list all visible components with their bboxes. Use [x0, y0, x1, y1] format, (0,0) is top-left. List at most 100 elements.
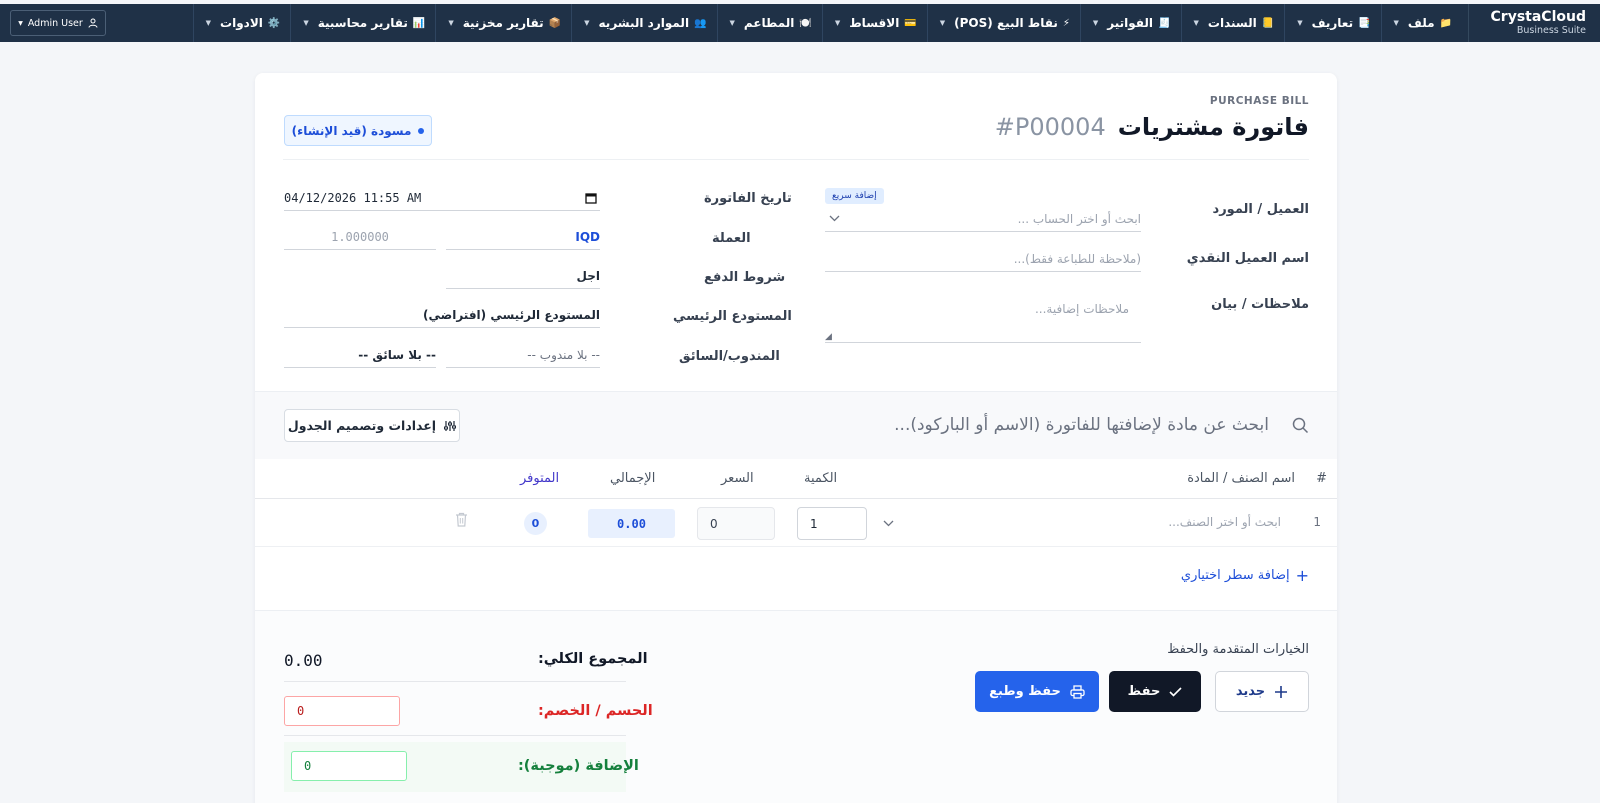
folder-icon: 📁 — [1439, 17, 1452, 29]
save-button[interactable]: حفظ — [1109, 671, 1201, 712]
nav-label: المطاعم — [743, 16, 795, 30]
nav-label: نقاط البيع (POS) — [954, 16, 1058, 30]
credit-card-icon: 💳 — [904, 17, 917, 29]
divider — [284, 681, 626, 682]
plate-icon: 🍽️ — [799, 17, 812, 29]
page-title: فاتورة مشتريات #P00004 — [995, 113, 1309, 141]
nav-label: تقارير مخزنية — [462, 16, 544, 30]
nav-label: ملف — [1407, 16, 1435, 30]
nav-item-file[interactable]: 📁 ملف ▼ — [1380, 4, 1462, 42]
resize-handle-icon[interactable]: ◢ — [825, 332, 832, 342]
nav-label: الفواتير — [1107, 16, 1154, 30]
invoice-date-input[interactable]: 04/12/2026 11:55 AM — [284, 185, 600, 211]
user-menu-button[interactable]: ▼ Admin User — [10, 10, 106, 36]
divider — [283, 159, 1309, 160]
col-total: الإجمالي — [610, 471, 656, 486]
new-button[interactable]: جديد — [1215, 671, 1309, 712]
nav-label: تقارير محاسبية — [317, 16, 408, 30]
nav-item-definitions[interactable]: 📑 تعاريف ▼ — [1284, 4, 1380, 42]
nav-label: الاقساط — [849, 16, 900, 30]
user-name: Admin User — [27, 17, 83, 29]
plus-icon: + — [1295, 566, 1309, 585]
sales-rep-select[interactable]: -- بلا مندوب -- — [446, 342, 600, 368]
nav-item-hr[interactable]: 👥 الموارد البشريه ▼ — [571, 4, 716, 42]
row-total: 0.00 — [588, 509, 675, 538]
ledger-icon: 📒 — [1261, 17, 1275, 29]
bar-chart-icon: 📊 — [412, 17, 426, 29]
receipt-icon: 🧾 — [1158, 17, 1171, 29]
add-optional-line-button[interactable]: + إضافة سطر اختياري — [1181, 566, 1309, 585]
quick-add-button[interactable]: إضافة سريع — [825, 188, 884, 204]
col-available: المتوفر — [520, 471, 560, 486]
bill-type-subheading: PURCHASE BILL — [1209, 95, 1309, 107]
nav-item-pos[interactable]: ⚡ نقاط البيع (POS) ▼ — [926, 4, 1080, 42]
plus-icon — [1275, 685, 1288, 698]
exchange-rate-input[interactable]: 1.000000 — [284, 224, 436, 250]
status-dot-icon — [418, 127, 425, 134]
box-icon: 📦 — [548, 17, 562, 29]
price-input[interactable]: 0 — [697, 507, 775, 540]
lightning-icon: ⚡ — [1062, 17, 1070, 29]
chevron-down-icon — [829, 215, 840, 222]
divider — [284, 735, 626, 736]
people-icon: 👥 — [694, 17, 707, 29]
currency-select[interactable]: IQD — [446, 224, 600, 250]
invoice-date-label: تاريخ الفاتورة — [704, 191, 792, 206]
calendar-icon[interactable] — [585, 192, 597, 204]
nav-item-installments[interactable]: 💳 الاقساط ▼ — [821, 4, 927, 42]
available-quantity-badge: 0 — [524, 512, 547, 535]
brand-name: CrystaCloud — [1490, 9, 1586, 25]
save-button-label: حفظ — [1127, 684, 1161, 699]
quantity-input[interactable]: 1 — [797, 507, 867, 540]
table-settings-button[interactable]: إعدادات وتصميم الجدول — [284, 409, 460, 442]
bill-number: #P00004 — [994, 113, 1106, 141]
warehouse-select[interactable]: المستودع الرئيسي (افتراضي) — [284, 302, 600, 328]
discount-input[interactable]: 0 — [284, 696, 400, 726]
user-icon — [88, 18, 98, 28]
nav-label: تعاريف — [1311, 16, 1354, 30]
currency-label: العملة — [712, 231, 751, 246]
warehouse-value: المستودع الرئيسي (افتراضي) — [423, 307, 600, 322]
payment-terms-value: اجل — [576, 268, 600, 283]
nav-item-vouchers[interactable]: 📒 السندات ▼ — [1180, 4, 1285, 42]
caret-down-icon: ▼ — [1297, 19, 1303, 27]
addition-label: الإضافة (موجبة): — [518, 758, 639, 774]
notes-textarea[interactable]: ملاحظات إضافية... ◢ — [825, 291, 1141, 343]
save-print-button[interactable]: حفظ وطبع — [975, 671, 1099, 712]
brand-logo[interactable]: CrystaCloud Business Suite — [1468, 4, 1600, 42]
table-row: 1 ابحث أو اختر الصنف... 1 0 0.00 0 — [255, 499, 1337, 547]
customer-select[interactable]: ابحث أو اختر الحساب ... — [825, 206, 1141, 232]
nav-item-inventory-reports[interactable]: 📦 تقارير مخزنية ▼ — [435, 4, 571, 42]
brand-subtitle: Business Suite — [1516, 25, 1586, 36]
cash-customer-input[interactable]: (ملاحظة للطباعة فقط)... — [825, 246, 1141, 272]
nav-item-invoices[interactable]: 🧾 الفواتير ▼ — [1079, 4, 1181, 42]
nav-label: الموارد البشريه — [598, 16, 690, 30]
grand-total-label: المجموع الكلي: — [538, 651, 648, 667]
caret-down-icon: ▼ — [1393, 19, 1399, 27]
item-select[interactable]: ابحث أو اختر الصنف... — [883, 507, 1295, 540]
nav-item-restaurants[interactable]: 🍽️ المطاعم ▼ — [716, 4, 822, 42]
col-index: # — [1316, 471, 1327, 486]
discount-label: الحسم / الخصم: — [538, 703, 653, 719]
payment-terms-label: شروط الدفع — [704, 270, 786, 285]
search-icon — [1292, 417, 1309, 434]
customer-label: العميل / المورد — [1212, 202, 1309, 217]
addition-input[interactable]: 0 — [291, 751, 407, 781]
invoice-date-value: 04/12/2026 11:55 AM — [284, 190, 422, 205]
caret-down-icon: ▼ — [448, 19, 454, 27]
trash-icon[interactable] — [455, 512, 468, 527]
payment-terms-select[interactable]: اجل — [446, 263, 600, 289]
status-badge: مسودة (قيد الإنشاء) — [284, 115, 432, 146]
nav-label: السندات — [1207, 16, 1257, 30]
caret-down-icon: ▼ — [18, 19, 23, 27]
add-line-label: إضافة سطر اختياري — [1180, 568, 1290, 583]
row-index: 1 — [1313, 515, 1321, 529]
caret-down-icon: ▼ — [834, 19, 841, 27]
top-navbar: CrystaCloud Business Suite 📁 ملف ▼ 📑 تعاريف… — [0, 4, 1600, 42]
caret-down-icon: ▼ — [939, 19, 946, 27]
driver-select[interactable]: -- بلا سائق -- — [284, 342, 436, 368]
nav-item-tools[interactable]: ⚙️ الادوات ▼ — [192, 4, 291, 42]
nav-item-accounting-reports[interactable]: 📊 تقارير محاسبية ▼ — [290, 4, 435, 42]
item-search-input[interactable]: ابحث عن مادة لإضافتها للفاتورة (الاسم أو… — [894, 415, 1269, 435]
chevron-down-icon — [883, 520, 894, 527]
